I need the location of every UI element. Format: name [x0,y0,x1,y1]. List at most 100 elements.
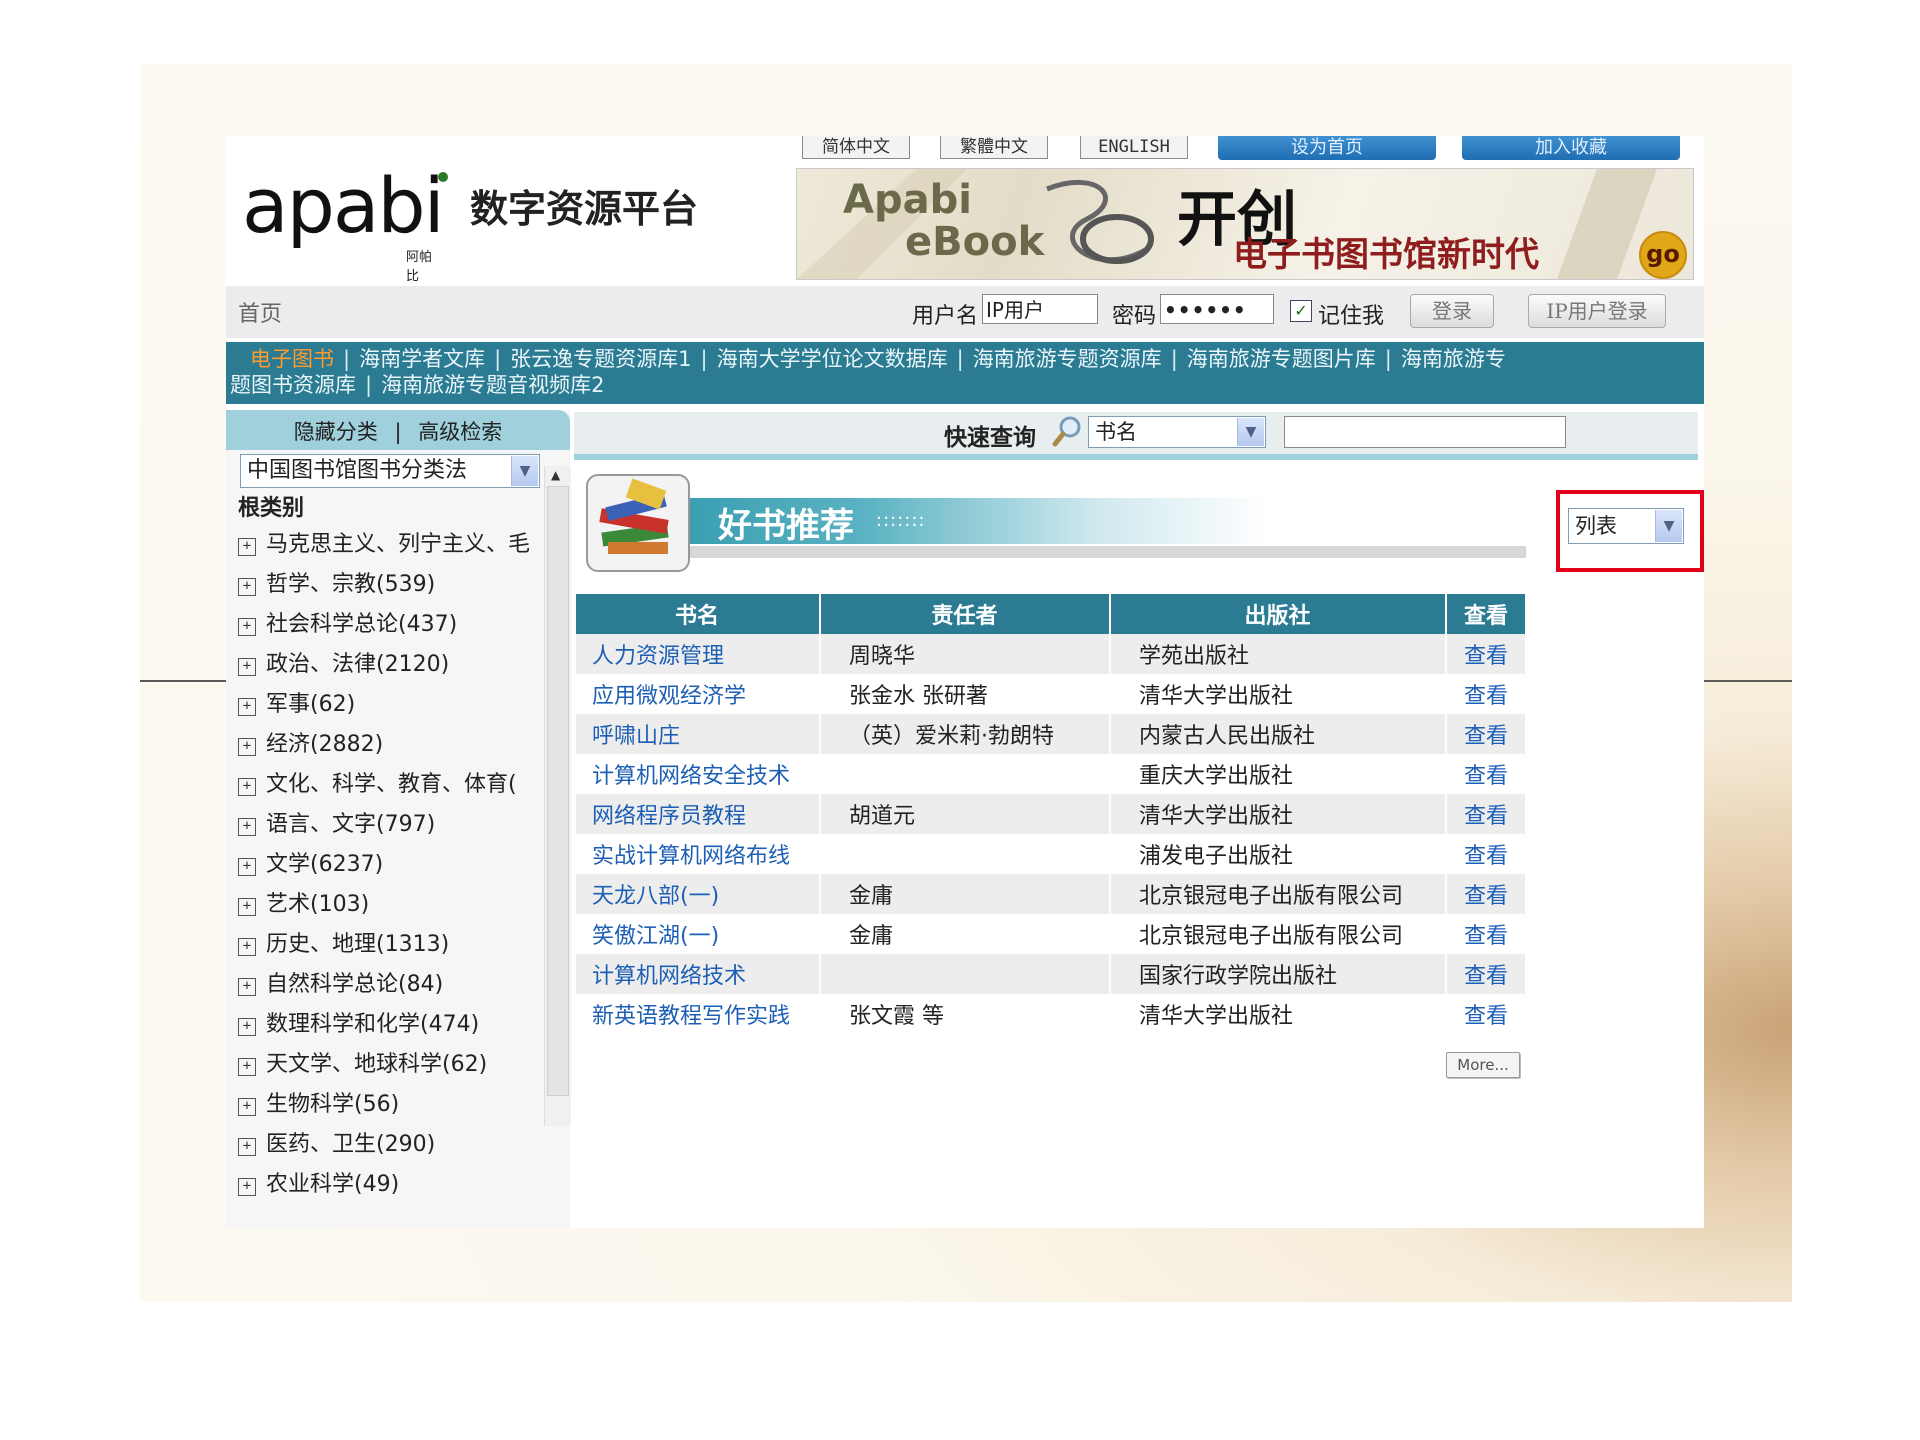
login-button[interactable]: 登录 [1410,294,1494,328]
traditional-chinese-button[interactable]: 繁體中文 [940,136,1048,159]
expand-icon[interactable]: + [238,658,256,676]
table-header-row: 书名 责任者 出版社 查看 [576,594,1527,634]
category-item[interactable]: + 哲学、宗教(539) [238,566,548,598]
password-label: 密码 [1112,304,1157,329]
book-title-link[interactable]: 计算机网络技术 [592,964,746,989]
set-home-button[interactable]: 设为首页 [1218,136,1436,160]
category-item[interactable]: + 马克思主义、列宁主义、毛 [238,526,548,558]
category-scrollbar[interactable]: ▲ [544,466,571,1126]
nav-item-tourism-images[interactable]: 海南旅游专题图片库 [1187,347,1376,371]
expand-icon[interactable]: + [238,898,256,916]
view-mode-select[interactable]: 列表 ▼ [1568,508,1684,544]
banner-ebook: eBook [905,219,1045,265]
view-link[interactable]: 查看 [1464,804,1508,829]
scroll-up-icon[interactable]: ▲ [551,468,560,482]
view-link[interactable]: 查看 [1464,924,1508,949]
nav-item-tourism-books[interactable]: 海南旅游专 [1401,347,1506,371]
nav-item-tourism-books-cont[interactable]: 题图书资源库 [230,373,356,397]
view-link[interactable]: 查看 [1464,884,1508,909]
expand-icon[interactable]: + [238,1098,256,1116]
category-item[interactable]: + 文化、科学、教育、体育( [238,766,548,798]
book-title-link[interactable]: 人力资源管理 [592,644,724,669]
search-field-select[interactable]: 书名 ▼ [1088,416,1266,448]
advanced-search-link[interactable]: 高级检索 [418,420,502,444]
category-item[interactable]: + 军事(62) [238,686,548,718]
ebook-banner[interactable]: Apabi eBook 开创 电子书图书馆新时代 go [796,168,1694,280]
category-item[interactable]: + 自然科学总论(84) [238,966,548,998]
username-input[interactable]: IP用户 [982,294,1098,324]
category-item[interactable]: + 经济(2882) [238,726,548,758]
apabi-logo[interactable]: apabi 阿帕比 [242,166,448,284]
view-link[interactable]: 查看 [1464,964,1508,989]
expand-icon[interactable]: + [238,618,256,636]
view-link[interactable]: 查看 [1464,844,1508,869]
expand-icon[interactable]: + [238,938,256,956]
category-item[interactable]: + 数理科学和化学(474) [238,1006,548,1038]
category-item[interactable]: + 文学(6237) [238,846,548,878]
classification-scheme-select[interactable]: 中国图书馆图书分类法 ▼ [240,454,540,488]
more-button[interactable]: More... [1446,1052,1520,1078]
book-title-link[interactable]: 呼啸山庄 [592,724,680,749]
hide-category-link[interactable]: 隐藏分类 [294,420,378,444]
logo-brand-small: 阿帕比 [406,250,433,284]
ip-login-button[interactable]: IP用户登录 [1528,294,1666,328]
column-header-publisher[interactable]: 出版社 [1110,594,1447,634]
book-title-link[interactable]: 应用微观经济学 [592,684,746,709]
category-item[interactable]: + 社会科学总论(437) [238,606,548,638]
book-title-link[interactable]: 天龙八部(一) [592,884,719,909]
view-link[interactable]: 查看 [1464,764,1508,789]
table-row: 网络程序员教程 胡道元 清华大学出版社 查看 [576,794,1527,834]
book-title-link[interactable]: 计算机网络安全技术 [592,764,790,789]
nav-item-theses[interactable]: 海南大学学位论文数据库 [717,347,948,371]
view-link[interactable]: 查看 [1464,644,1508,669]
category-item[interactable]: + 历史、地理(1313) [238,926,548,958]
expand-icon[interactable]: + [238,778,256,796]
go-button[interactable]: go [1639,231,1687,279]
expand-icon[interactable]: + [238,538,256,556]
table-row: 天龙八部(一) 金庸 北京银冠电子出版有限公司 查看 [576,874,1527,914]
expand-icon[interactable]: + [238,818,256,836]
expand-icon[interactable]: + [238,1018,256,1036]
column-header-title[interactable]: 书名 [576,594,821,634]
book-title-link[interactable]: 新英语教程写作实践 [592,1004,790,1029]
category-item[interactable]: + 生物科学(56) [238,1086,548,1118]
search-input[interactable] [1284,416,1566,448]
expand-icon[interactable]: + [238,1138,256,1156]
view-link[interactable]: 查看 [1464,684,1508,709]
expand-icon[interactable]: + [238,698,256,716]
home-link[interactable]: 首页 [238,296,282,328]
book-author: 张金水 张研著 [849,684,988,709]
category-item[interactable]: + 医药、卫生(290) [238,1126,548,1158]
expand-icon[interactable]: + [238,738,256,756]
expand-icon[interactable]: + [238,978,256,996]
category-item[interactable]: + 艺术(103) [238,886,548,918]
top-button-bar: 简体中文 繁體中文 ENGLISH 设为首页 加入收藏 [226,136,1704,160]
category-root[interactable]: 根类别 [238,490,548,522]
nav-item-zhangyunyi[interactable]: 张云逸专题资源库1 [510,347,691,371]
nav-item-ebooks[interactable]: 电子图书 [250,347,334,371]
nav-item-tourism[interactable]: 海南旅游专题资源库 [973,347,1162,371]
nav-item-tourism-av[interactable]: 海南旅游专题音视频库2 [381,373,604,397]
simplified-chinese-button[interactable]: 简体中文 [802,136,910,159]
nav-item-scholars[interactable]: 海南学者文库 [359,347,485,371]
view-link[interactable]: 查看 [1464,724,1508,749]
scroll-thumb[interactable] [547,486,569,1096]
banner-apabi: Apabi [843,177,972,223]
expand-icon[interactable]: + [238,1058,256,1076]
expand-icon[interactable]: + [238,1178,256,1196]
book-title-link[interactable]: 笑傲江湖(一) [592,924,719,949]
category-item[interactable]: + 农业科学(49) [238,1166,548,1198]
remember-checkbox[interactable]: ✓ [1290,300,1312,322]
english-button[interactable]: ENGLISH [1080,136,1188,159]
bookmark-button[interactable]: 加入收藏 [1462,136,1680,160]
password-input[interactable]: •••••• [1160,294,1274,324]
column-header-author[interactable]: 责任者 [820,594,1111,634]
book-title-link[interactable]: 网络程序员教程 [592,804,746,829]
category-item[interactable]: + 语言、文字(797) [238,806,548,838]
expand-icon[interactable]: + [238,858,256,876]
expand-icon[interactable]: + [238,578,256,596]
view-link[interactable]: 查看 [1464,1004,1508,1029]
category-item[interactable]: + 天文学、地球科学(62) [238,1046,548,1078]
category-item[interactable]: + 政治、法律(2120) [238,646,548,678]
book-title-link[interactable]: 实战计算机网络布线 [592,844,790,869]
